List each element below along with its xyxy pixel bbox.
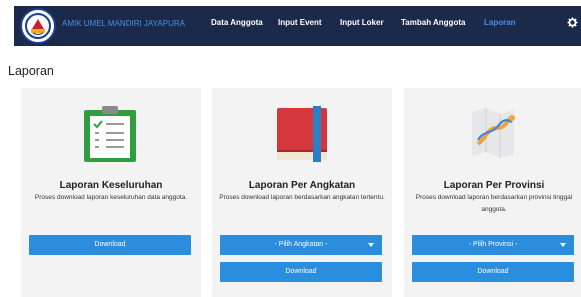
nav-laporan[interactable]: Laporan (484, 18, 516, 27)
seal-icon (23, 11, 53, 41)
nav-tambah-anggota[interactable]: Tambah Anggota (401, 18, 465, 27)
nav-data-anggota[interactable]: Data Anggota (211, 18, 263, 27)
map-route-icon (472, 108, 515, 158)
download-button[interactable]: Download (412, 262, 574, 282)
clipboard-checklist-icon (84, 106, 136, 162)
nav-input-event[interactable]: Input Event (278, 18, 322, 27)
chevron-down-icon (560, 243, 566, 247)
card-description: Proses download laporan berdasarkan prov… (415, 194, 573, 213)
nav-input-loker[interactable]: Input Loker (340, 18, 384, 27)
download-button[interactable]: Download (29, 235, 191, 255)
select-label: - Pilih Angkatan - (274, 241, 328, 248)
book-icon (277, 106, 327, 162)
card-description: Proses download laporan keseluruhan data… (34, 194, 188, 201)
card-laporan-per-angkatan: Laporan Per Angkatan Proses download lap… (212, 88, 392, 297)
select-label: - Pilih Provinsi - (468, 241, 518, 248)
card-title: Laporan Keseluruhan (59, 180, 163, 191)
card-description: Proses download laporan berdasarkan angk… (219, 194, 385, 201)
brand-name[interactable]: AMIK UMEL MANDIRI JAYAPURA (62, 19, 185, 28)
download-button[interactable]: Download (220, 262, 382, 282)
card-title: Laporan Per Provinsi (443, 180, 545, 191)
logo[interactable] (20, 8, 56, 44)
card-title: Laporan Per Angkatan (248, 180, 356, 191)
page-title: Laporan (8, 64, 54, 78)
card-laporan-per-provinsi: Laporan Per Provinsi Proses download lap… (404, 88, 581, 297)
card-laporan-keseluruhan: Laporan Keseluruhan Proses download lapo… (21, 88, 201, 297)
gear-icon[interactable] (567, 17, 578, 28)
angkatan-select[interactable]: - Pilih Angkatan - (220, 235, 382, 255)
provinsi-select[interactable]: - Pilih Provinsi - (412, 235, 574, 255)
chevron-down-icon (368, 243, 374, 247)
top-navbar: AMIK UMEL MANDIRI JAYAPURA Data Anggota … (14, 6, 581, 46)
